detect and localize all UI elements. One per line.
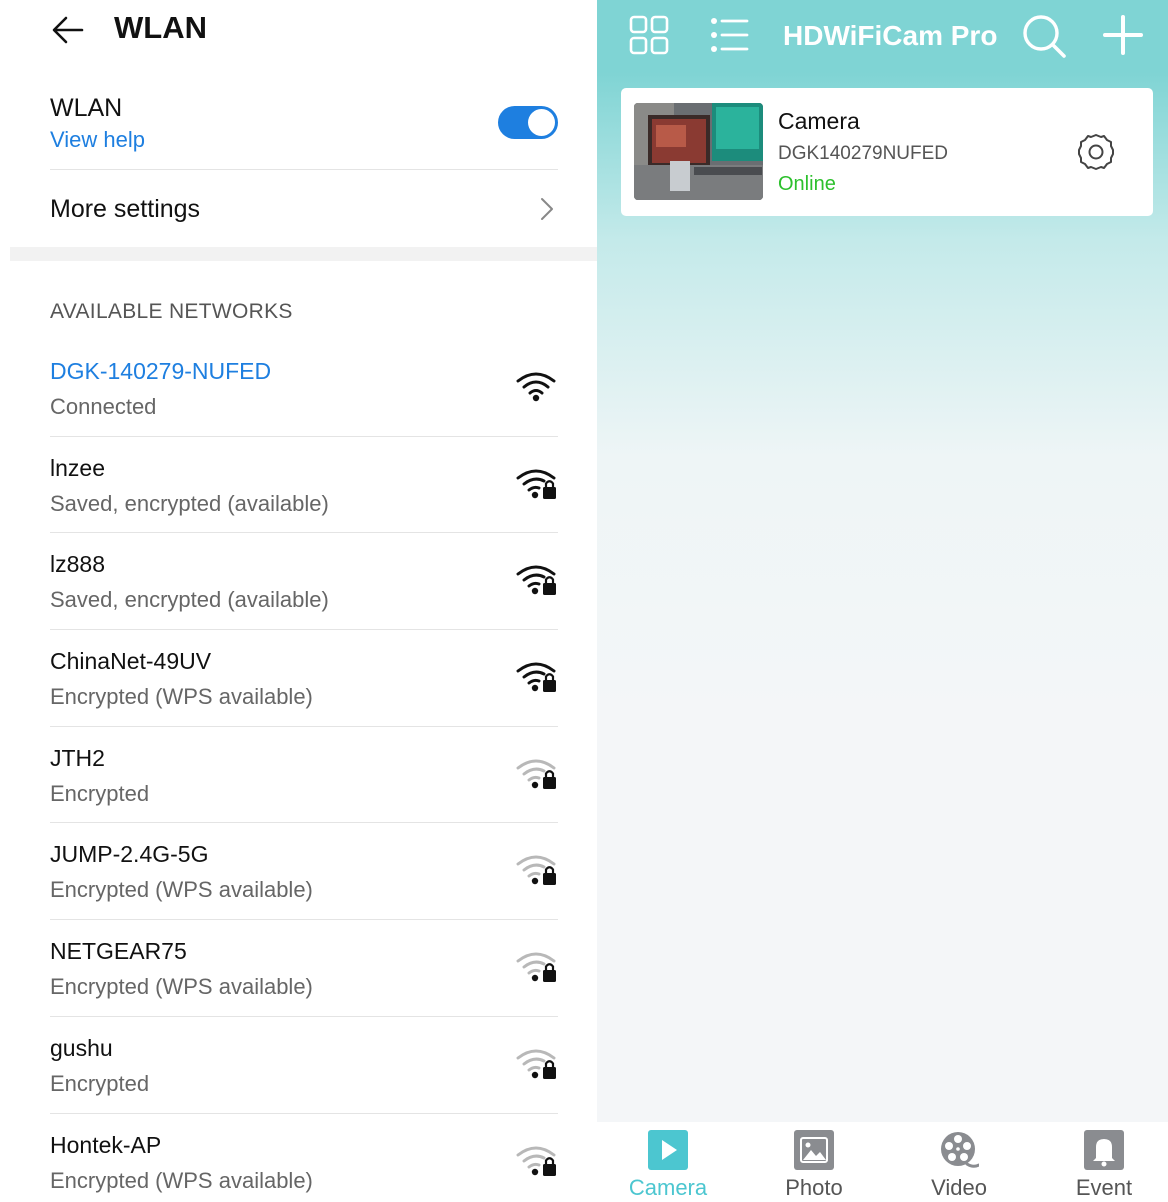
wifi-locked-icon (516, 855, 556, 886)
network-item[interactable]: lnzee Saved, encrypted (available) (50, 437, 558, 534)
camera-preview-image (634, 103, 763, 200)
tab-photo[interactable]: Photo (743, 1122, 885, 1202)
wifi-locked-icon (516, 759, 556, 789)
camera-app-panel: HDWiFiCam Pro Camera DGK140279NUFED Onli… (597, 0, 1168, 1202)
film-reel-icon (941, 1132, 979, 1168)
tab-photo-label: Photo (785, 1175, 843, 1200)
network-name: JTH2 (50, 744, 105, 771)
network-name: lnzee (50, 454, 105, 481)
network-status: Encrypted (WPS available) (50, 1167, 313, 1193)
camera-name: Camera (778, 108, 860, 134)
network-name: NETGEAR75 (50, 938, 187, 965)
gear-icon[interactable] (1076, 132, 1116, 172)
wifi-locked-icon (516, 662, 556, 693)
bottom-tab-bar: Camera Photo Video Event (597, 1122, 1168, 1202)
camera-uid: DGK140279NUFED (778, 143, 949, 164)
network-item[interactable]: gushu Encrypted (50, 1017, 558, 1114)
section-divider (10, 247, 597, 261)
wlan-toggle-switch[interactable] (498, 106, 558, 139)
available-networks-header: AVAILABLE NETWORKS (50, 300, 293, 323)
wifi-locked-icon (516, 1049, 556, 1079)
list-view-icon[interactable] (709, 15, 749, 55)
chevron-right-icon (541, 198, 553, 220)
wifi-locked-icon (516, 952, 556, 983)
toggle-knob (528, 109, 555, 136)
play-icon (648, 1130, 688, 1170)
network-status: Encrypted (50, 780, 150, 806)
wlan-settings-panel: WLAN WLAN View help More settings AVAILA… (0, 0, 597, 1202)
app-header: HDWiFiCam Pro (597, 0, 1168, 72)
network-list: DGK-140279-NUFED Connected lnzee Saved, enc… (50, 340, 558, 1202)
network-status: Saved, encrypted (available) (50, 587, 329, 613)
tab-video[interactable]: Video (888, 1122, 1030, 1202)
network-name: DGK-140279-NUFED (50, 358, 272, 384)
tab-event[interactable]: Event (1033, 1122, 1168, 1202)
view-help-link[interactable]: View help (50, 127, 145, 153)
network-status: Encrypted (WPS available) (50, 684, 313, 710)
tab-video-label: Video (931, 1175, 987, 1200)
bell-icon (1084, 1130, 1124, 1170)
camera-status: Online (778, 173, 836, 195)
camera-thumbnail[interactable] (634, 103, 763, 200)
wlan-header: WLAN (0, 0, 597, 60)
grid-view-icon[interactable] (629, 15, 669, 55)
page-title: WLAN (114, 10, 207, 45)
network-item[interactable]: JUMP-2.4G-5G Encrypted (WPS available) (50, 823, 558, 921)
more-settings-label: More settings (50, 195, 201, 223)
network-item[interactable]: lz888 Saved, encrypted (available) (50, 533, 558, 631)
search-icon[interactable] (1021, 13, 1067, 59)
network-name: Hontek-AP (50, 1131, 162, 1158)
wifi-locked-icon (516, 469, 556, 499)
tab-camera[interactable]: Camera (597, 1122, 739, 1202)
network-name: JUMP-2.4G-5G (50, 841, 209, 868)
more-settings-row[interactable]: More settings (50, 171, 558, 247)
photo-icon (794, 1130, 834, 1170)
network-item[interactable]: Hontek-AP Encrypted (WPS available) (50, 1114, 558, 1202)
back-arrow-icon[interactable] (50, 12, 86, 48)
app-title: HDWiFiCam Pro (783, 20, 998, 51)
tab-event-label: Event (1075, 1175, 1133, 1200)
network-item[interactable]: JTH2 Encrypted (50, 727, 558, 824)
network-name: lz888 (50, 551, 105, 578)
network-status: Connected (50, 394, 157, 419)
wlan-toggle-label: WLAN (50, 94, 123, 122)
add-icon[interactable] (1103, 15, 1143, 55)
camera-card[interactable]: Camera DGK140279NUFED Online (621, 88, 1153, 216)
wifi-locked-icon (516, 565, 556, 596)
network-item[interactable]: NETGEAR75 Encrypted (WPS available) (50, 920, 558, 1017)
network-status: Encrypted (WPS available) (50, 877, 313, 903)
tab-camera-label: Camera (628, 1175, 708, 1200)
network-status: Encrypted (WPS available) (50, 974, 313, 1000)
network-status: Encrypted (50, 1070, 150, 1096)
network-item[interactable]: DGK-140279-NUFED Connected (50, 340, 558, 437)
network-item[interactable]: ChinaNet-49UV Encrypted (WPS available) (50, 630, 558, 727)
network-status: Saved, encrypted (available) (50, 490, 329, 516)
network-name: ChinaNet-49UV (50, 648, 212, 675)
wifi-icon (516, 372, 556, 402)
wlan-toggle-row: WLAN View help (50, 90, 558, 170)
wifi-locked-icon (516, 1146, 556, 1176)
network-name: gushu (50, 1034, 113, 1061)
